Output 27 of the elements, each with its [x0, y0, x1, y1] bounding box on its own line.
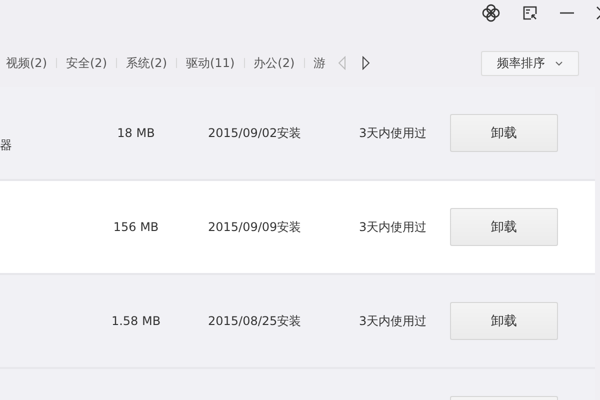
last-used: 3天内使用过 — [358, 218, 428, 236]
app-row[interactable]: 156 MB 2015/09/09安装 3天内使用过 卸载 — [0, 181, 595, 273]
category-tab[interactable]: 办公(2) — [254, 54, 295, 72]
app-name: 器 — [0, 136, 13, 154]
last-used: 3天内使用过 — [358, 124, 428, 142]
app-size: 18 MB — [116, 126, 156, 140]
uninstall-button[interactable]: 卸载 — [450, 208, 558, 246]
right-arrow-icon[interactable] — [362, 56, 370, 70]
install-date: 2015/09/09安装 — [207, 218, 302, 236]
category-tab[interactable]: 视频(2) — [6, 54, 47, 72]
install-date: 2015/08/25安装 — [207, 312, 302, 330]
mini-mode-icon[interactable] — [522, 5, 538, 21]
last-used: 3天内使用过 — [358, 312, 428, 330]
category-tab[interactable]: 驱动(11) — [186, 54, 235, 72]
category-tab[interactable]: 安全(2) — [66, 54, 107, 72]
app-size: 1.58 MB — [110, 314, 162, 328]
category-tab[interactable]: 系统(2) — [126, 54, 167, 72]
sort-dropdown[interactable]: 频率排序 — [481, 50, 579, 76]
category-tab[interactable]: 游 — [314, 54, 326, 72]
app-size: 156 MB — [112, 220, 160, 234]
skin-icon[interactable] — [482, 4, 500, 22]
uninstall-button[interactable]: 卸载 — [450, 302, 558, 340]
install-date: 2015/09/02安装 — [207, 124, 302, 142]
app-row[interactable]: 1.58 MB 2015/08/25安装 3天内使用过 卸载 — [0, 275, 595, 367]
app-row[interactable]: 器 18 MB 2015/09/02安装 3天内使用过 卸载 — [0, 87, 595, 179]
uninstall-button[interactable]: 卸载 — [450, 114, 558, 152]
chevron-icon — [555, 60, 563, 66]
